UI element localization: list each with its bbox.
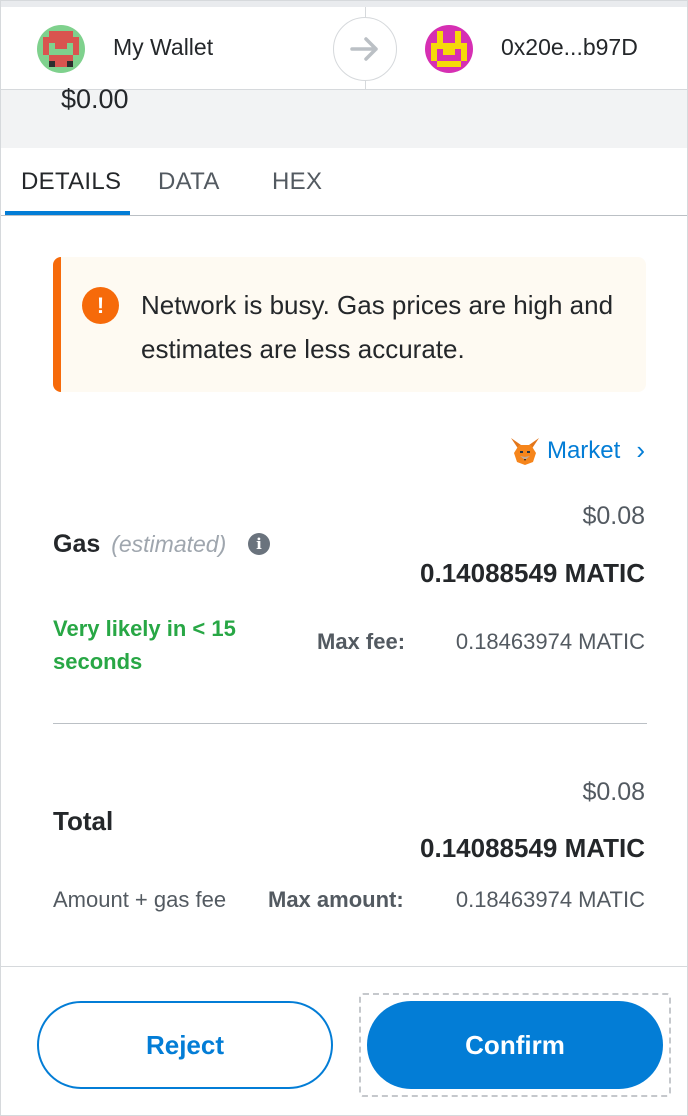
warning-accent-bar	[53, 257, 61, 392]
section-divider	[53, 723, 647, 724]
tab-details[interactable]: DETAILS	[21, 168, 121, 196]
reject-button[interactable]: Reject	[37, 1001, 333, 1089]
gas-row-label: Gas (estimated)	[53, 530, 226, 559]
recipient-avatar	[425, 25, 473, 73]
total-sublabel: Amount + gas fee	[53, 887, 227, 912]
market-label: Market	[546, 436, 621, 464]
confirm-button[interactable]: Confirm	[367, 1001, 663, 1089]
gas-native-amount: 0.14088549 MATIC	[420, 558, 645, 588]
max-amount-label: Max amount:	[268, 887, 404, 912]
max-amount-value: 0.18463974 MATIC	[455, 887, 645, 912]
gas-market-link[interactable]: Market ›	[509, 435, 645, 466]
gas-fiat-amount: $0.08	[582, 502, 645, 530]
arrow-right-icon	[333, 17, 397, 81]
warning-text: Network is busy. Gas prices are high and…	[141, 290, 614, 364]
chevron-right-icon: ›	[636, 435, 645, 465]
total-label: Total	[53, 806, 114, 836]
sender-avatar	[37, 25, 85, 73]
fox-icon	[510, 437, 539, 465]
total-fiat-amount: $0.08	[582, 778, 645, 806]
max-fee-label: Max fee:	[317, 629, 406, 654]
tab-data[interactable]: DATA	[158, 168, 220, 196]
gas-estimated-label: (estimated)	[111, 531, 227, 557]
tab-hex[interactable]: HEX	[272, 168, 322, 196]
exclamation-icon: !	[82, 287, 119, 324]
network-busy-warning: ! Network is busy. Gas prices are high a…	[53, 257, 646, 392]
gas-label: Gas	[53, 530, 101, 558]
info-icon[interactable]: i	[248, 533, 270, 555]
max-fee-value: 0.18463974 MATIC	[455, 629, 645, 654]
recipient-address[interactable]: 0x20e...b97D	[501, 34, 638, 61]
footer-actions: Reject Confirm	[1, 966, 687, 1115]
total-native-amount: 0.14088549 MATIC	[420, 833, 645, 863]
details-tabs: DETAILS DATA HEX	[1, 148, 687, 216]
confirm-transaction-popup: My Wallet 0x20e...b97D $0.00 DETAILS DAT…	[0, 0, 688, 1116]
sender-recipient-bar: My Wallet 0x20e...b97D	[1, 7, 687, 90]
sender-account-name: My Wallet	[113, 34, 214, 60]
transaction-amount: $0.00	[61, 84, 129, 114]
gas-timing-estimate: Very likely in < 15 seconds	[53, 616, 236, 674]
transaction-amount-area: $0.00	[1, 84, 687, 148]
active-tab-indicator	[5, 211, 130, 215]
